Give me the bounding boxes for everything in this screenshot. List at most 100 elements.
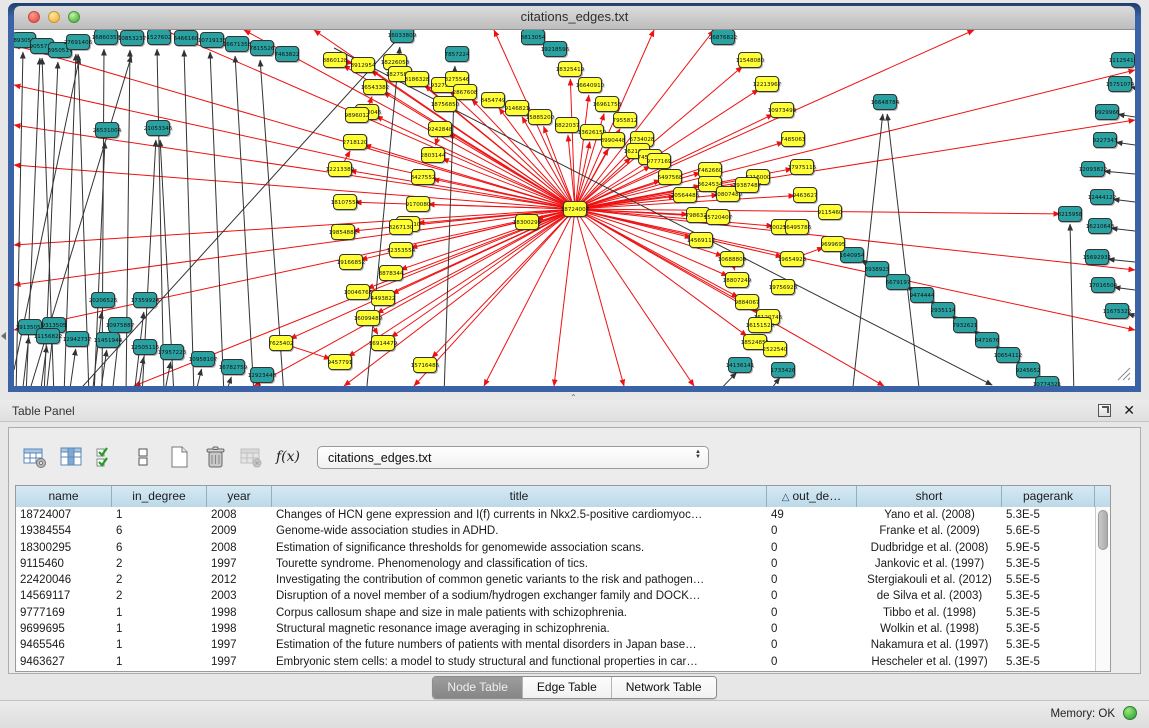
network-node[interactable]: 15720407 (704, 210, 733, 225)
table-cell[interactable]: Tibbo et al. (1998) (857, 605, 1002, 621)
table-cell[interactable]: 1 (112, 507, 207, 523)
network-node[interactable]: 18107554 (331, 195, 360, 210)
network-node[interactable]: 16210643 (1086, 219, 1115, 234)
import-table-icon[interactable] (237, 442, 267, 472)
table-row[interactable]: 969969511998Structural magnetic resonanc… (16, 621, 1095, 637)
network-node[interactable]: 9245652 (1016, 363, 1041, 378)
table-cell[interactable]: 2003 (207, 588, 272, 604)
network-node[interactable]: 9699695 (821, 237, 846, 252)
table-cell[interactable]: 9463627 (16, 654, 112, 670)
table-cell[interactable]: Franke et al. (2009) (857, 523, 1002, 539)
network-node[interactable]: 9929966 (1095, 105, 1120, 120)
network-node[interactable]: 17975115 (788, 160, 817, 175)
table-cell[interactable]: 1997 (207, 654, 272, 670)
float-panel-icon[interactable] (1098, 404, 1111, 417)
network-node[interactable]: 15692931 (1083, 250, 1112, 265)
table-cell[interactable]: 5.3E-5 (1002, 605, 1095, 621)
network-node[interactable]: 8471676 (975, 333, 1000, 348)
network-node[interactable]: 8878344 (379, 266, 404, 281)
network-node[interactable]: 7462660 (698, 163, 723, 178)
table-cell[interactable]: Corpus callosum shape and size in male p… (272, 605, 767, 621)
table-cell[interactable]: 22420046 (16, 572, 112, 588)
table-cell[interactable]: Disruption of a novel member of a sodium… (272, 588, 767, 604)
new-table-icon[interactable] (165, 442, 195, 472)
network-node[interactable]: 16961758 (593, 97, 622, 112)
table-cell[interactable]: 18724007 (16, 507, 112, 523)
table-cell[interactable]: 2 (112, 572, 207, 588)
table-cell[interactable]: 18300295 (16, 540, 112, 556)
table-cell[interactable]: 0 (767, 523, 857, 539)
table-row[interactable]: 1830029562008Estimation of significance … (16, 540, 1095, 556)
network-node[interactable]: 9457791 (328, 355, 353, 370)
network-window[interactable]: citations_edges.txt 18930511905572839505… (8, 3, 1141, 392)
select-all-icon[interactable] (93, 442, 123, 472)
network-node[interactable]: 8186328 (405, 72, 430, 87)
network-node[interactable]: 12942737 (63, 332, 92, 347)
network-node[interactable]: 7485063 (781, 132, 806, 147)
network-node[interactable]: 8215958 (1058, 207, 1083, 222)
network-node[interactable]: 18807249 (723, 273, 752, 288)
network-node[interactable]: 16543382 (361, 80, 389, 95)
table-cell[interactable]: 0 (767, 654, 857, 670)
network-node[interactable]: 10046766 (344, 285, 373, 300)
table-cell[interactable]: 1 (112, 654, 207, 670)
tab-edge-table[interactable]: Edge Table (523, 677, 612, 698)
network-node[interactable]: 17359924 (131, 293, 160, 308)
table-cell[interactable]: 0 (767, 556, 857, 572)
table-cell[interactable]: 5.3E-5 (1002, 588, 1095, 604)
table-cell[interactable]: Wolkin et al. (1998) (857, 621, 1002, 637)
column-header-year[interactable]: year (207, 486, 272, 507)
table-row[interactable]: 946362711997Embryonic stem cells: a mode… (16, 654, 1095, 670)
network-canvas[interactable]: 1893051190557283950517276914061686035710… (14, 30, 1135, 386)
table-cell[interactable]: 9465546 (16, 637, 112, 653)
network-node[interactable]: 18724007 (561, 202, 590, 217)
network-node[interactable]: 9115460 (818, 205, 843, 220)
network-node[interactable]: 12444122 (1088, 190, 1116, 205)
table-cell[interactable]: 1 (112, 637, 207, 653)
network-node[interactable]: 26531004 (93, 123, 122, 138)
tab-node-table[interactable]: Node Table (433, 677, 523, 698)
network-node[interactable]: 8454749 (481, 93, 506, 108)
table-cell[interactable]: 14569117 (16, 588, 112, 604)
network-node[interactable]: 26876822 (709, 30, 737, 45)
table-cell[interactable]: Nakamura et al. (1997) (857, 637, 1002, 653)
network-node[interactable]: 7955812 (613, 113, 638, 128)
network-node[interactable]: 11125419 (1109, 53, 1135, 68)
table-cell[interactable]: 49 (767, 507, 857, 523)
table-cell[interactable]: 5.9E-5 (1002, 540, 1095, 556)
table-select-dropdown[interactable]: citations_edges.txt ▲▼ (317, 446, 709, 469)
table-cell[interactable]: Estimation of significance thresholds fo… (272, 540, 767, 556)
rows-icon[interactable] (129, 442, 159, 472)
table-cell[interactable]: Changes of HCN gene expression and I(f) … (272, 507, 767, 523)
network-node[interactable]: 18325419 (556, 62, 585, 77)
show-columns-icon[interactable] (57, 442, 87, 472)
network-node[interactable]: 15751074 (1106, 77, 1135, 92)
table-cell[interactable]: 9115460 (16, 556, 112, 572)
network-node[interactable]: 9242848 (428, 122, 453, 137)
network-node[interactable]: 19218596 (541, 42, 570, 57)
network-node[interactable]: 9227343 (1093, 133, 1118, 148)
network-node[interactable]: 12353554 (387, 243, 416, 258)
column-header-short[interactable]: short (857, 486, 1002, 507)
network-node[interactable]: 19654923 (778, 252, 807, 267)
table-cell[interactable]: 0 (767, 588, 857, 604)
tab-network-table[interactable]: Network Table (612, 677, 716, 698)
table-cell[interactable]: 0 (767, 621, 857, 637)
network-node[interactable]: 9777169 (647, 154, 672, 169)
network-node[interactable]: 2522540 (763, 342, 788, 357)
table-cell[interactable]: 5.6E-5 (1002, 523, 1095, 539)
close-panel-icon[interactable]: ✕ (1123, 402, 1135, 418)
network-node[interactable]: 12213967 (753, 77, 782, 92)
table-cell[interactable]: 5.3E-5 (1002, 556, 1095, 572)
network-node[interactable]: 6679197 (886, 275, 911, 290)
network-node[interactable]: 19166852 (337, 255, 365, 270)
network-node[interactable]: 16033809 (388, 30, 417, 43)
network-node[interactable]: 12923448 (248, 368, 277, 383)
table-cell[interactable]: 1997 (207, 556, 272, 572)
network-node[interactable]: 8813054 (521, 30, 546, 45)
table-row[interactable]: 911546021997Tourette syndrome. Phenomeno… (16, 556, 1095, 572)
network-node[interactable]: 11675322 (1103, 304, 1131, 319)
table-cell[interactable]: 2 (112, 556, 207, 572)
network-node[interactable]: 20564486 (671, 188, 700, 203)
network-node[interactable]: 12093822 (1079, 162, 1107, 177)
